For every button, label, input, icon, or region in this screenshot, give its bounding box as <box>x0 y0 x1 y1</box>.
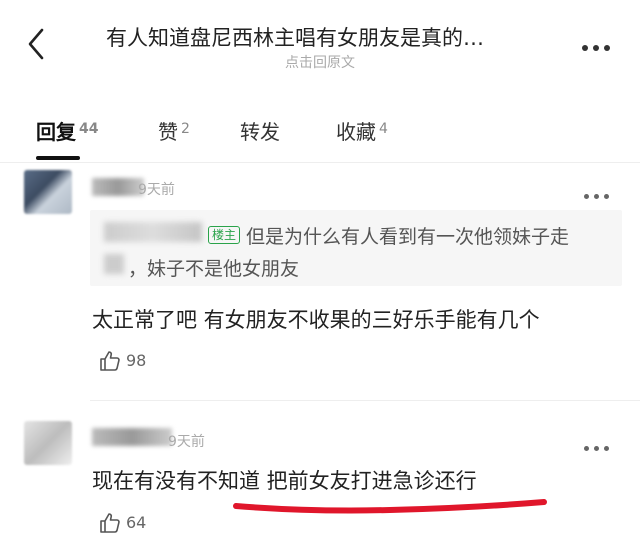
quoted-username-blurred <box>104 222 202 242</box>
more-options-icon[interactable] <box>582 36 618 51</box>
like-button[interactable]: 98 <box>98 349 168 373</box>
tab-replies-label: 回复 <box>36 120 76 144</box>
tab-replies[interactable]: 回复 44 <box>36 116 98 145</box>
like-count: 98 <box>126 351 147 370</box>
quoted-reply[interactable]: 楼主 但是为什么有人看到有一次他领妹子走 ，妹子不是他女朋友 <box>90 210 622 286</box>
tab-reposts[interactable]: 转发 <box>240 116 280 145</box>
red-underline-annotation <box>233 499 547 514</box>
tab-favorites-label: 收藏 <box>336 120 376 144</box>
tab-reposts-label: 转发 <box>240 120 280 144</box>
username-blurred[interactable] <box>92 428 172 446</box>
tab-likes-count: 2 <box>181 121 190 137</box>
post-title[interactable]: 有人知道盘尼西林主唱有女朋友是真的… <box>106 22 546 52</box>
quoted-text-line1: 但是为什么有人看到有一次他领妹子走 <box>246 226 570 248</box>
avatar[interactable] <box>24 421 72 465</box>
quoted-text-line2: ，妹子不是他女朋友 <box>128 258 300 280</box>
quoted-text-blurred <box>104 254 124 274</box>
tab-favorites[interactable]: 收藏 4 <box>336 116 388 145</box>
op-badge: 楼主 <box>208 226 241 244</box>
tab-favorites-count: 4 <box>379 121 388 137</box>
comment-time: 9天前 <box>168 434 205 450</box>
comment-text: 太正常了吧 有女朋友不收果的三好乐手能有几个 <box>92 308 540 332</box>
back-to-original-link[interactable]: 点击回原文 <box>0 52 640 72</box>
tab-likes[interactable]: 赞2 <box>158 116 190 145</box>
comment-divider <box>90 400 640 401</box>
username-blurred[interactable] <box>92 178 144 196</box>
tab-likes-label: 赞 <box>158 120 178 144</box>
thumbs-up-icon <box>100 351 120 371</box>
like-button[interactable]: 64 <box>98 511 168 535</box>
comment-text: 现在有没有不知道 把前女友打进急诊还行 <box>92 469 477 493</box>
comment-time: 9天前 <box>138 182 175 198</box>
tab-bar: 回复 44 赞2 转发 收藏 4 <box>0 110 640 166</box>
tabs-divider <box>0 162 640 163</box>
avatar[interactable] <box>24 170 72 214</box>
active-tab-indicator <box>36 156 80 160</box>
thumbs-up-icon <box>100 513 120 533</box>
tab-replies-count: 44 <box>79 121 99 137</box>
like-count: 64 <box>126 513 147 532</box>
comment-more-icon[interactable] <box>584 436 620 451</box>
comment-more-icon[interactable] <box>584 184 620 199</box>
top-bar: 有人知道盘尼西林主唱有女朋友是真的… 点击回原文 <box>0 0 640 80</box>
